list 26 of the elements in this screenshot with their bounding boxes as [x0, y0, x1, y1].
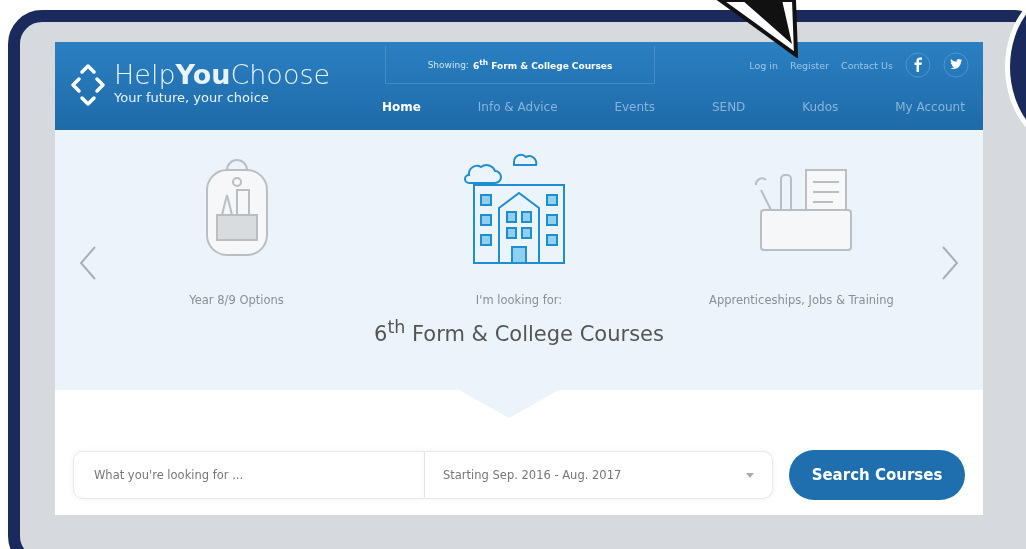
nav-link[interactable]: My Account: [895, 100, 965, 114]
carousel-label: Year 8/9 Options: [189, 293, 284, 307]
header-link[interactable]: Contact Us: [841, 59, 893, 71]
carousel-item[interactable]: Apprenticeships, Jobs & Training: [663, 130, 939, 346]
tagline: Your future, your choice: [114, 90, 270, 105]
search-button[interactable]: Search Courses: [789, 450, 965, 500]
nav-link[interactable]: Info & Advice: [477, 100, 558, 114]
facebook-icon[interactable]: [905, 52, 931, 78]
carousel-label: I'm looking for:: [475, 293, 563, 307]
carousel-item[interactable]: Year 8/9 Options: [99, 130, 375, 346]
nav-link[interactable]: SEND: [711, 100, 746, 114]
header-link[interactable]: Log in: [749, 59, 778, 71]
nav-link[interactable]: Home: [382, 100, 421, 114]
search-field[interactable]: What you're looking for ...: [73, 451, 425, 499]
logo-text[interactable]: HelpYouChoose: [114, 60, 331, 90]
nav-link[interactable]: Kudos: [802, 100, 839, 114]
date-range-dropdown[interactable]: Starting Sep. 2016 - Aug. 2017: [425, 451, 773, 499]
showing-label: Showing:: [427, 59, 469, 70]
showing-value: 6$^{th}$ Form & College Courses: [472, 58, 613, 71]
selected-title: 6$^{th}$ Form & College Courses: [374, 317, 664, 346]
nav-link[interactable]: Events: [614, 100, 656, 114]
carousel-label: Apprenticeships, Jobs & Training: [709, 293, 894, 307]
carousel-item[interactable]: I'm looking for: 6$^{th}$ Form & College Courses: [374, 130, 664, 346]
twitter-icon[interactable]: [943, 52, 969, 78]
caret-icon: [746, 472, 754, 478]
header-link[interactable]: Register: [790, 59, 830, 71]
